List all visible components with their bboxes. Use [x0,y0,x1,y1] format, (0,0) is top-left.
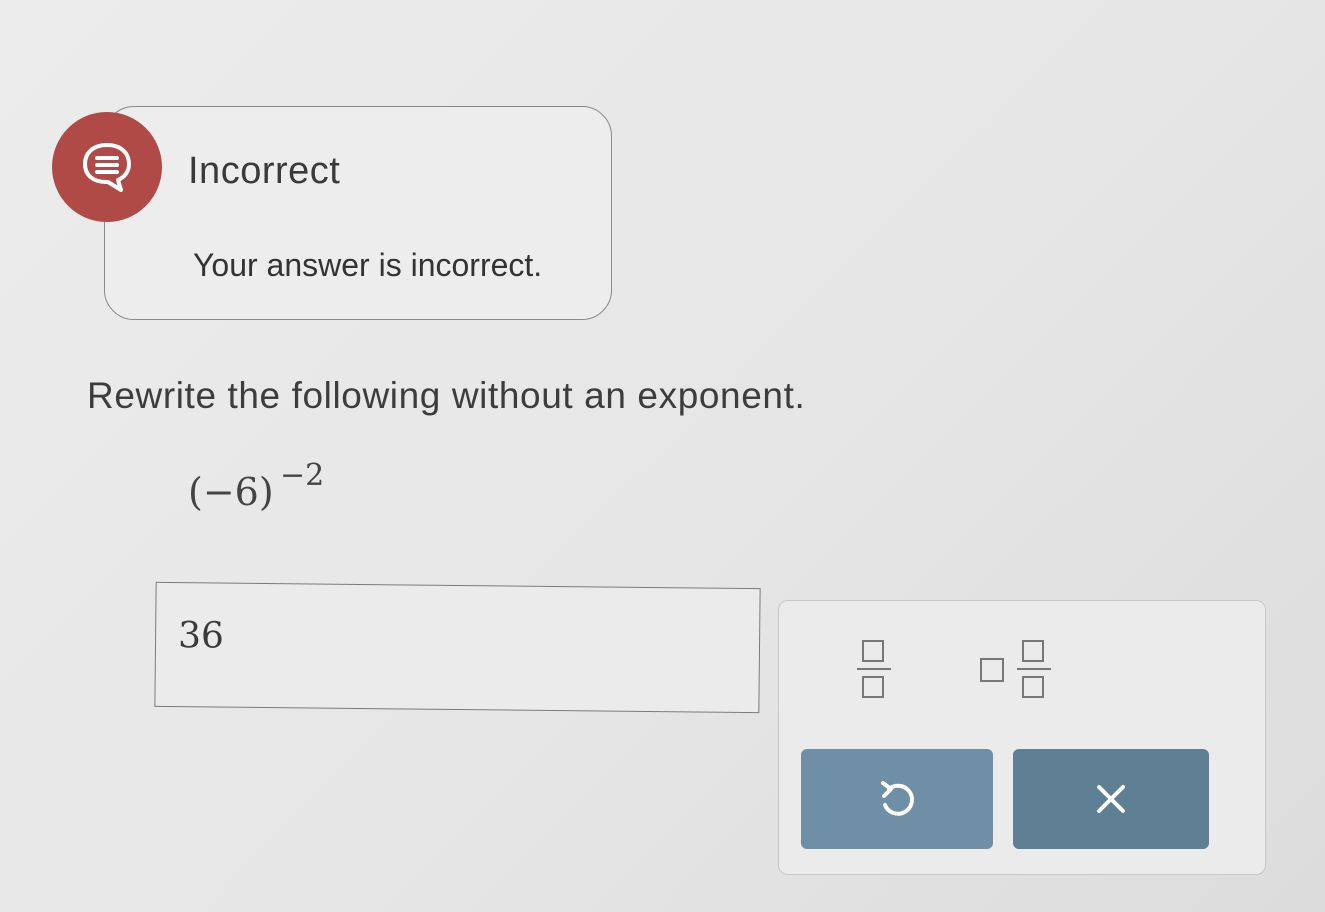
feedback-message: Your answer is incorrect. [193,247,543,283]
expression-exponent: −2 [280,458,325,493]
fraction-icon [857,640,891,698]
undo-icon [881,781,914,816]
clear-button[interactable] [1013,749,1209,849]
answer-input[interactable]: 36 [154,581,761,714]
math-expression: (−6) −2 [188,458,324,514]
feedback-card [104,106,612,320]
close-icon [1097,785,1125,813]
mixed-number-icon [980,640,1051,698]
answer-value: 36 [177,615,225,657]
feedback-badge [52,112,162,222]
expression-base: (−6) [188,470,274,514]
math-keypad [778,600,1266,875]
speech-bubble-icon [83,143,131,192]
question-prompt: Rewrite the following without an exponen… [87,375,806,416]
mixed-number-button[interactable] [975,633,1065,703]
feedback-title: Incorrect [188,150,341,192]
undo-button[interactable] [801,749,993,849]
fraction-button[interactable] [849,633,899,703]
